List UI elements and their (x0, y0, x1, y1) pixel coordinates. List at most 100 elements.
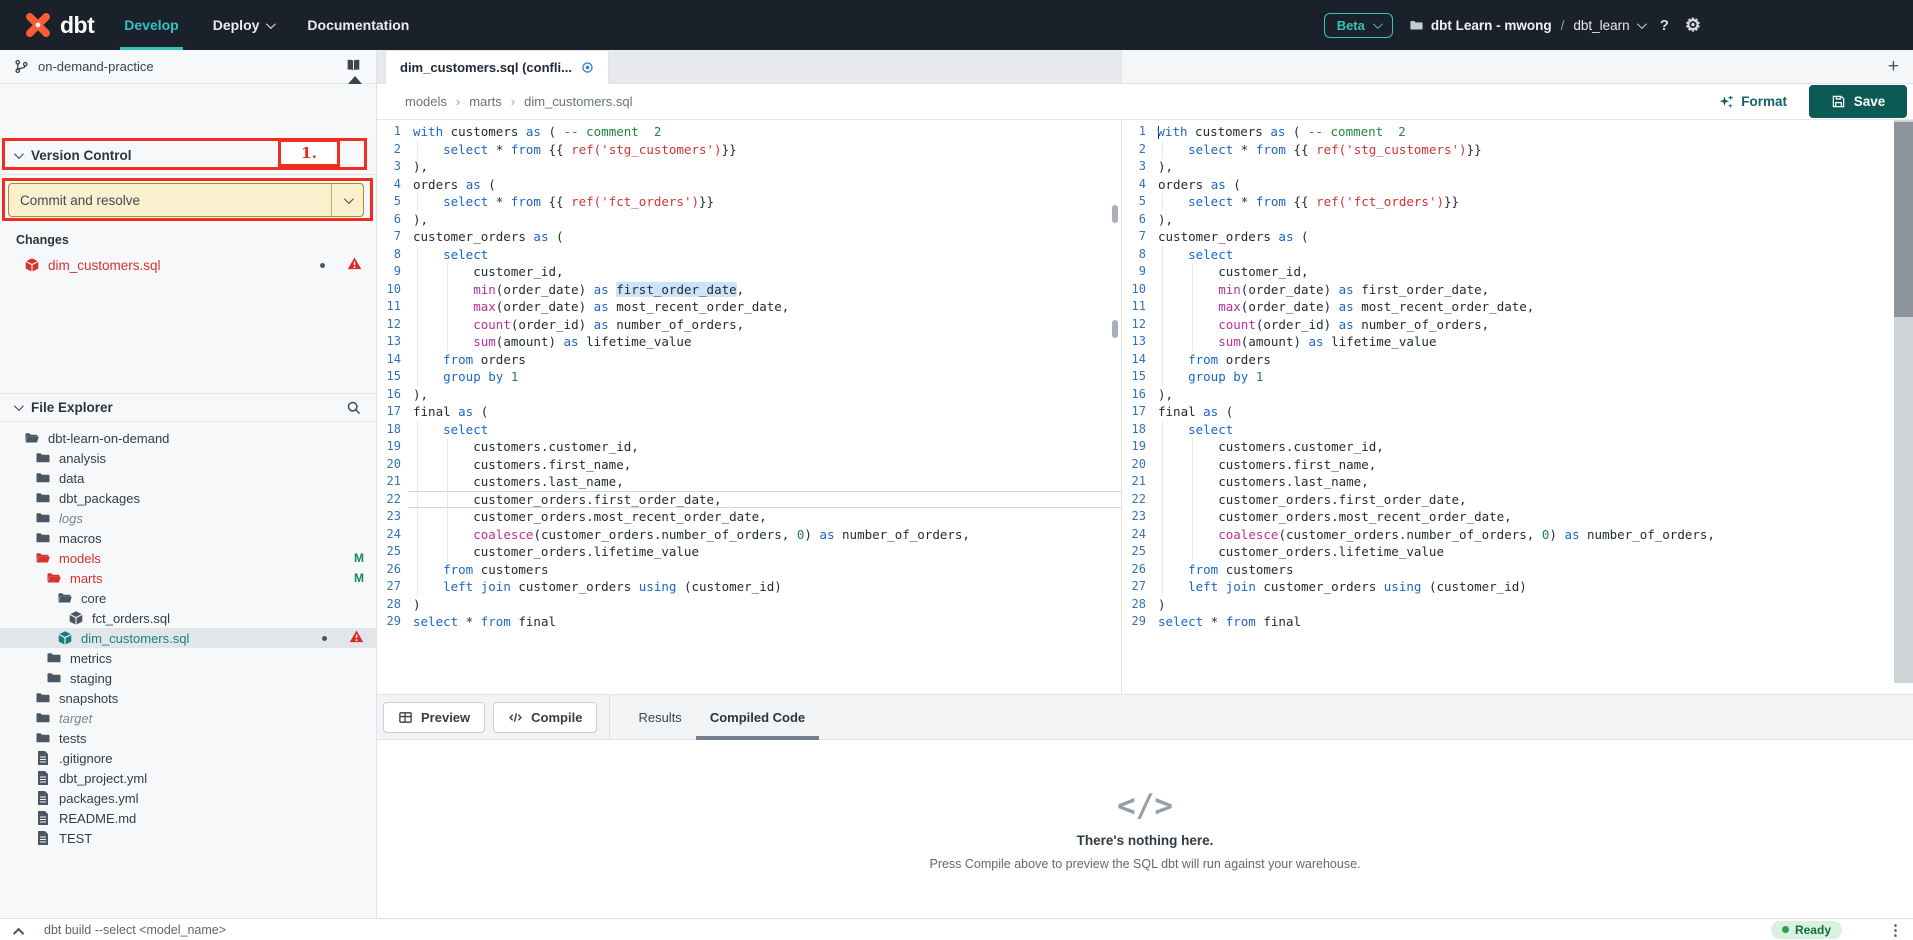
help-icon[interactable]: ? (1660, 17, 1669, 34)
code-line[interactable]: 6), (377, 211, 1121, 229)
tree-item-logs[interactable]: logs (0, 508, 376, 528)
gear-icon[interactable]: ⚙ (1685, 16, 1701, 34)
search-icon[interactable] (346, 400, 362, 416)
code-line[interactable]: 4orders as ( (1122, 176, 1913, 194)
commit-dropdown-button[interactable] (331, 184, 363, 216)
code-line[interactable]: 23 customer_orders.most_recent_order_dat… (377, 508, 1121, 526)
breadcrumb-item[interactable]: marts (469, 94, 502, 109)
code-line[interactable]: 4orders as ( (377, 176, 1121, 194)
code-line[interactable]: 21 customers.last_name, (377, 473, 1121, 491)
code-line[interactable]: 11 max(order_date) as most_recent_order_… (1122, 298, 1913, 316)
code-line[interactable]: 16), (1122, 386, 1913, 404)
code-line[interactable]: 10 min(order_date) as first_order_date, (377, 281, 1121, 299)
code-line[interactable]: 18 select (377, 421, 1121, 439)
code-line[interactable]: 12 count(order_id) as number_of_orders, (1122, 316, 1913, 334)
code-line[interactable]: 29select * from final (1122, 613, 1913, 631)
scrollbar-thumb[interactable] (1112, 320, 1118, 338)
tree-item-core[interactable]: core (0, 588, 376, 608)
code-line[interactable]: 26 from customers (1122, 561, 1913, 579)
code-line[interactable]: 1with customers as ( -- comment 2 (1122, 123, 1913, 141)
code-line[interactable]: 8 select (1122, 246, 1913, 264)
code-line[interactable]: 22 customer_orders.first_order_date, (1122, 491, 1913, 509)
dbt-logo[interactable]: dbt (24, 11, 94, 39)
code-line[interactable]: 25 customer_orders.lifetime_value (377, 543, 1121, 561)
scrollbar-thumb[interactable] (1112, 205, 1118, 223)
code-line[interactable]: 27 left join customer_orders using (cust… (1122, 578, 1913, 596)
code-line[interactable]: 20 customers.first_name, (1122, 456, 1913, 474)
tree-item-dbt-project-yml[interactable]: dbt_project.yml (0, 768, 376, 788)
code-line[interactable]: 13 sum(amount) as lifetime_value (1122, 333, 1913, 351)
new-tab-icon[interactable]: + (1888, 57, 1899, 76)
nav-link-deploy[interactable]: Deploy (213, 0, 274, 50)
account-selector[interactable]: dbt Learn - mwong / dbt_learn (1409, 18, 1644, 33)
tree-item-models[interactable]: modelsM (0, 548, 376, 568)
tree-item-dbt-packages[interactable]: dbt_packages (0, 488, 376, 508)
results-tab-compiled-code[interactable]: Compiled Code (696, 695, 819, 740)
tree-item--gitignore[interactable]: .gitignore (0, 748, 376, 768)
editor-pane-right[interactable]: 1with customers as ( -- comment 22 selec… (1122, 120, 1913, 694)
tree-item-target[interactable]: target (0, 708, 376, 728)
code-line[interactable]: 27 left join customer_orders using (cust… (377, 578, 1121, 596)
code-line[interactable]: 9 customer_id, (377, 263, 1121, 281)
beta-button[interactable]: Beta (1324, 13, 1393, 38)
code-line[interactable]: 26 from customers (377, 561, 1121, 579)
code-line[interactable]: 14 from orders (377, 351, 1121, 369)
code-line[interactable]: 14 from orders (1122, 351, 1913, 369)
tree-item-marts[interactable]: martsM (0, 568, 376, 588)
tree-item-analysis[interactable]: analysis (0, 448, 376, 468)
expand-panel-icon[interactable] (13, 927, 24, 938)
tree-item-data[interactable]: data (0, 468, 376, 488)
code-line[interactable]: 15 group by 1 (1122, 368, 1913, 386)
code-line[interactable]: 23 customer_orders.most_recent_order_dat… (1122, 508, 1913, 526)
tree-item-metrics[interactable]: metrics (0, 648, 376, 668)
tree-item-dbt-learn-on-demand[interactable]: dbt-learn-on-demand (0, 428, 376, 448)
nav-link-develop[interactable]: Develop (124, 0, 178, 50)
code-line[interactable]: 21 customers.last_name, (1122, 473, 1913, 491)
code-line[interactable]: 6), (1122, 211, 1913, 229)
code-line[interactable]: 28) (377, 596, 1121, 614)
code-line[interactable]: 28) (1122, 596, 1913, 614)
code-line[interactable]: 12 count(order_id) as number_of_orders, (377, 316, 1121, 334)
code-line[interactable]: 1with customers as ( -- comment 2 (377, 123, 1121, 141)
code-line[interactable]: 17final as ( (1122, 403, 1913, 421)
branch-selector[interactable]: on-demand-practice (0, 50, 376, 84)
preview-button[interactable]: Preview (383, 702, 485, 733)
nav-link-documentation[interactable]: Documentation (307, 0, 409, 50)
changed-file-row[interactable]: dim_customers.sql (0, 252, 376, 278)
tree-item-dim-customers-sql[interactable]: dim_customers.sql (0, 628, 376, 648)
kebab-menu-icon[interactable]: ⋮ (1888, 921, 1903, 939)
code-line[interactable]: 8 select (377, 246, 1121, 264)
code-line[interactable]: 5 select * from {{ ref('fct_orders')}} (1122, 193, 1913, 211)
editor-pane-left[interactable]: 1with customers as ( -- comment 22 selec… (377, 120, 1122, 694)
tree-item-staging[interactable]: staging (0, 668, 376, 688)
format-button[interactable]: Format (1718, 94, 1787, 110)
breadcrumb-item[interactable]: models (405, 94, 447, 109)
code-line[interactable]: 18 select (1122, 421, 1913, 439)
scrollbar-thumb[interactable] (1894, 122, 1913, 317)
code-line[interactable]: 13 sum(amount) as lifetime_value (377, 333, 1121, 351)
code-line[interactable]: 25 customer_orders.lifetime_value (1122, 543, 1913, 561)
code-line[interactable]: 19 customers.customer_id, (1122, 438, 1913, 456)
save-button[interactable]: Save (1809, 85, 1907, 118)
code-line[interactable]: 29select * from final (377, 613, 1121, 631)
code-line[interactable]: 24 coalesce(customer_orders.number_of_or… (377, 526, 1121, 544)
docs-book-icon[interactable] (346, 58, 364, 76)
code-line[interactable]: 2 select * from {{ ref('stg_customers')}… (1122, 141, 1913, 159)
compile-button[interactable]: Compile (493, 702, 597, 733)
tree-item-packages-yml[interactable]: packages.yml (0, 788, 376, 808)
code-line[interactable]: 3), (1122, 158, 1913, 176)
tab-dim-customers[interactable]: dim_customers.sql (confli... (385, 50, 609, 84)
code-line[interactable]: 10 min(order_date) as first_order_date, (1122, 281, 1913, 299)
tree-item-test[interactable]: TEST (0, 828, 376, 848)
commit-and-resolve-button[interactable]: Commit and resolve (8, 183, 364, 217)
code-line[interactable]: 5 select * from {{ ref('fct_orders')}} (377, 193, 1121, 211)
command-bar[interactable]: dbt build --select <model_name> Ready ⋮ (0, 918, 1913, 940)
tree-item-snapshots[interactable]: snapshots (0, 688, 376, 708)
file-explorer-header[interactable]: File Explorer (0, 393, 376, 422)
code-line[interactable]: 15 group by 1 (377, 368, 1121, 386)
code-line[interactable]: 7customer_orders as ( (1122, 228, 1913, 246)
code-line[interactable]: 9 customer_id, (1122, 263, 1913, 281)
results-tab-results[interactable]: Results (624, 695, 695, 740)
breadcrumb-item[interactable]: dim_customers.sql (524, 94, 632, 109)
code-line[interactable]: 20 customers.first_name, (377, 456, 1121, 474)
